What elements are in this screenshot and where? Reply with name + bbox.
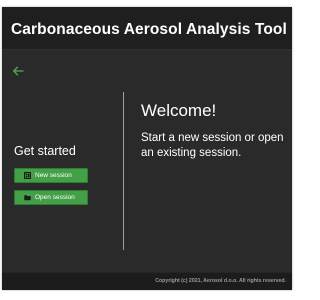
new-session-button[interactable]: New session <box>14 168 88 183</box>
app-title: Carbonaceous Aerosol Analysis Tool <box>11 21 287 38</box>
vertical-divider <box>123 92 124 250</box>
copyright-text: Copyright (c) 2021, Aerosol d.o.o. All r… <box>155 278 286 284</box>
open-session-label: Open session <box>35 194 75 201</box>
app-root: Carbonaceous Aerosol Analysis Tool Get s… <box>0 0 300 300</box>
footer: Copyright (c) 2021, Aerosol d.o.o. All r… <box>2 273 292 290</box>
title-bar: Carbonaceous Aerosol Analysis Tool <box>2 7 292 50</box>
get-started-heading: Get started <box>14 144 76 158</box>
arrow-left-icon <box>13 66 24 76</box>
back-button[interactable] <box>11 64 25 78</box>
welcome-message: Start a new session or open an existing … <box>141 132 284 159</box>
folder-icon <box>24 194 31 201</box>
main-content: Get started New session Open session Wel… <box>2 50 292 272</box>
welcome-heading: Welcome! <box>141 101 217 120</box>
open-session-button[interactable]: Open session <box>14 190 88 205</box>
new-session-icon <box>24 172 31 179</box>
new-session-label: New session <box>35 172 72 179</box>
app-window: Carbonaceous Aerosol Analysis Tool Get s… <box>2 7 292 290</box>
